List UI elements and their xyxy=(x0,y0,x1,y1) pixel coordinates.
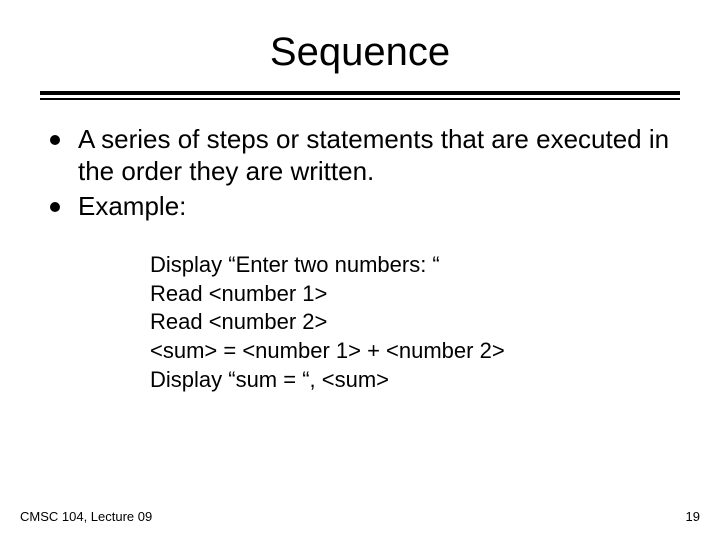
slide-title: Sequence xyxy=(40,30,680,75)
example-line: Display “sum = “, <sum> xyxy=(150,366,670,395)
rule-thick xyxy=(40,91,680,95)
bullet-dot-icon xyxy=(50,202,60,212)
rule-thin xyxy=(40,98,680,100)
bullet-text: A series of steps or statements that are… xyxy=(78,124,669,186)
slide-number: 19 xyxy=(686,509,700,524)
content-area: A series of steps or statements that are… xyxy=(40,124,680,394)
example-line: <sum> = <number 1> + <number 2> xyxy=(150,337,670,366)
footer-left: CMSC 104, Lecture 09 xyxy=(20,509,152,524)
example-line: Read <number 1> xyxy=(150,280,670,309)
bullet-item: Example: xyxy=(50,191,670,223)
title-rule xyxy=(40,91,680,100)
example-line: Read <number 2> xyxy=(150,308,670,337)
bullet-item: A series of steps or statements that are… xyxy=(50,124,670,187)
example-line: Display “Enter two numbers: “ xyxy=(150,251,670,280)
bullet-list: A series of steps or statements that are… xyxy=(50,124,670,223)
slide: Sequence A series of steps or statements… xyxy=(0,0,720,540)
example-block: Display “Enter two numbers: “ Read <numb… xyxy=(50,251,670,394)
bullet-dot-icon xyxy=(50,135,60,145)
bullet-text: Example: xyxy=(78,191,186,221)
